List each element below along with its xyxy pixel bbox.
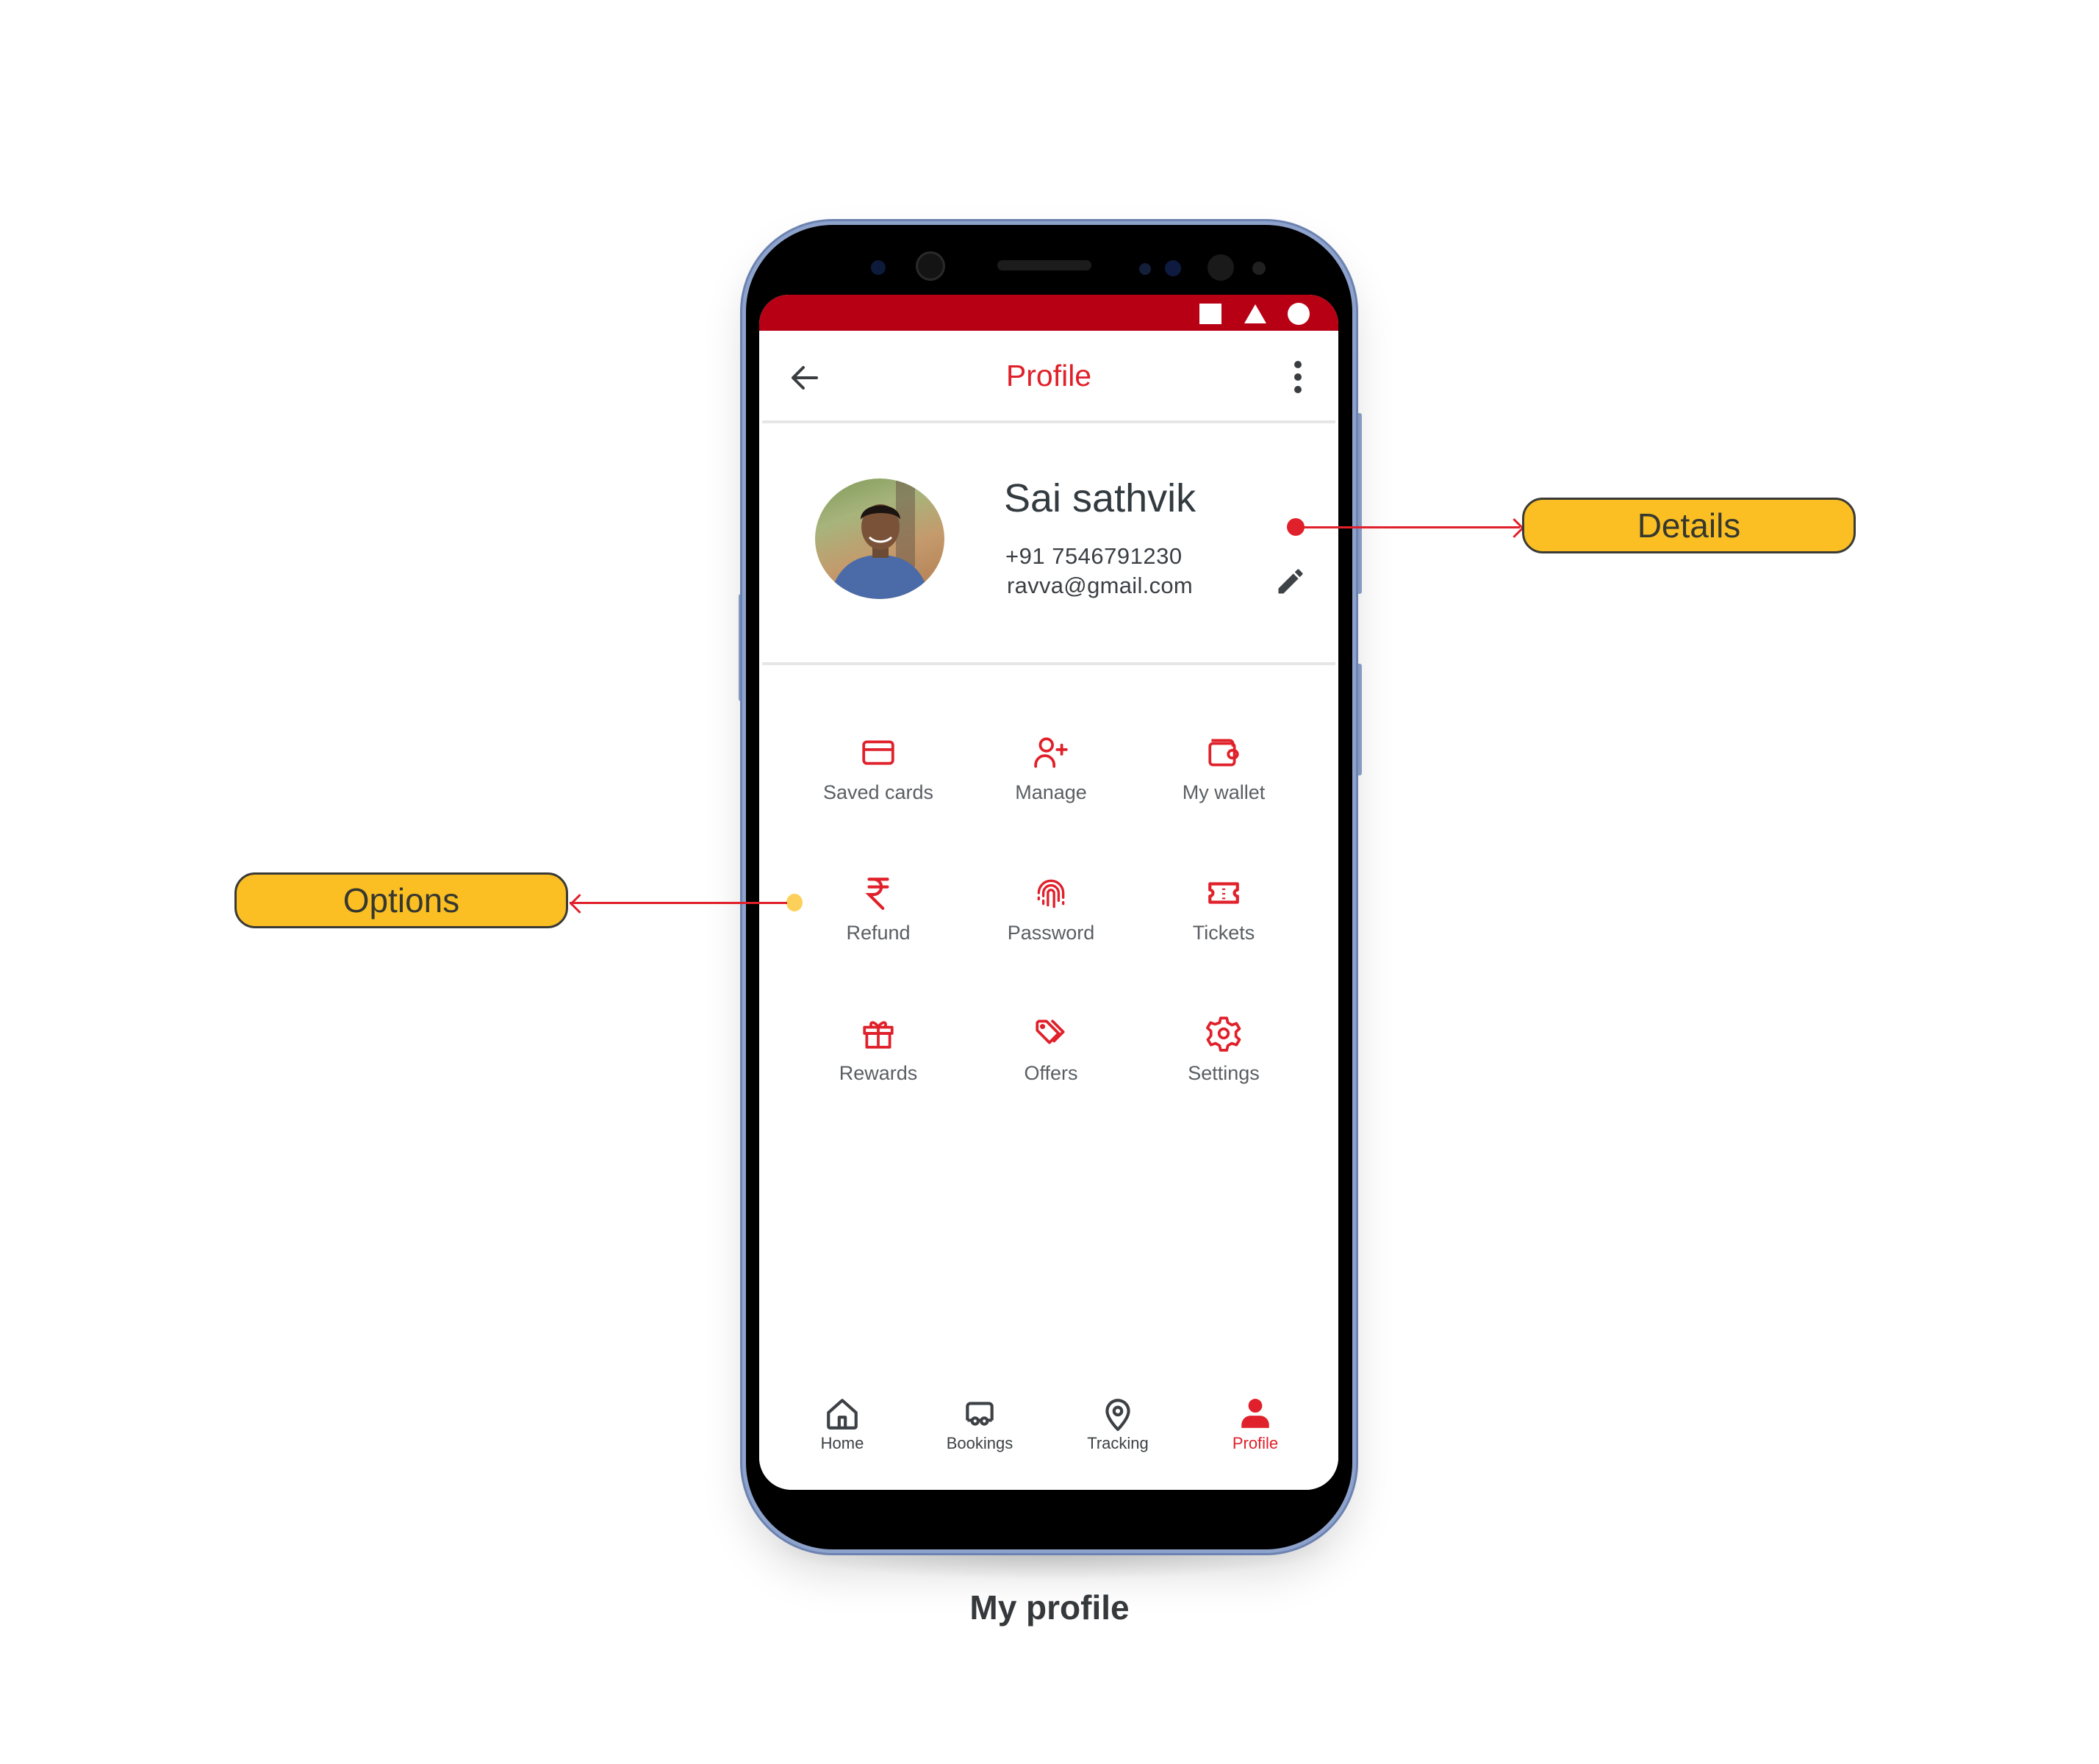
option-label: Offers <box>1024 1062 1078 1084</box>
fingerprint-icon <box>1037 879 1065 908</box>
iris-sensor <box>1165 260 1181 276</box>
edit-profile-button[interactable] <box>1274 565 1307 598</box>
option-offers[interactable]: Offers <box>963 1015 1139 1111</box>
nav-home[interactable]: Home <box>791 1396 894 1453</box>
option-settings[interactable]: Settings <box>1135 1015 1312 1111</box>
page-title: Profile <box>1005 359 1092 392</box>
gear-icon <box>1206 1017 1241 1052</box>
map-pin-icon <box>1105 1399 1130 1431</box>
details-arrowhead <box>1504 518 1524 538</box>
option-manage[interactable]: Manage <box>963 734 1139 830</box>
front-sensor <box>871 260 886 275</box>
credit-card-icon <box>862 740 894 765</box>
power-button <box>1357 413 1362 594</box>
user-plus-icon <box>1034 737 1068 768</box>
option-label: Rewards <box>839 1062 918 1084</box>
avatar-photo <box>830 478 930 599</box>
option-label: Password <box>1007 922 1095 944</box>
profile-email: ravva@gmail.com <box>1007 573 1194 598</box>
home-icon <box>827 1399 858 1430</box>
screen-caption: My profile <box>969 1588 1130 1627</box>
nav-label: Home <box>820 1434 864 1452</box>
profile-name: Sai sathvik <box>1004 476 1196 520</box>
more-vertical-icon <box>1294 361 1302 393</box>
option-password[interactable]: Password <box>963 875 1139 970</box>
more-options-button[interactable] <box>1293 359 1303 395</box>
ticket-icon <box>1208 882 1239 904</box>
options-connector <box>570 902 787 904</box>
nav-label: Profile <box>1232 1434 1279 1452</box>
triangle-icon <box>1244 304 1266 323</box>
circle-icon <box>1288 303 1310 325</box>
bottom-navigation: Home Bookings Tracking Profile <box>759 1366 1338 1490</box>
option-saved-cards[interactable]: Saved cards <box>790 734 966 830</box>
option-label: My wallet <box>1182 781 1266 803</box>
proximity-sensor <box>1139 263 1151 275</box>
option-tickets[interactable]: Tickets <box>1135 875 1312 970</box>
iris-camera <box>1208 254 1234 281</box>
nav-bookings[interactable]: Bookings <box>928 1396 1031 1453</box>
option-my-wallet[interactable]: My wallet <box>1135 734 1312 830</box>
tags-icon <box>1036 1019 1065 1044</box>
options-callout: Options <box>234 872 568 928</box>
appbar-divider <box>762 420 1335 423</box>
status-bar <box>759 295 1338 331</box>
profile-phone: +91 7546791230 <box>1005 543 1183 569</box>
profile-divider <box>762 662 1335 665</box>
earpiece-speaker <box>997 260 1091 270</box>
nav-profile[interactable]: Profile <box>1204 1396 1307 1453</box>
light-sensor <box>1252 262 1266 275</box>
app-bar: Profile <box>759 331 1338 422</box>
phone-screen: Profile Sai sathvik +91 7546791230 ravva… <box>759 295 1338 1490</box>
nav-tracking[interactable]: Tracking <box>1066 1396 1169 1453</box>
options-anchor-dot <box>786 894 803 911</box>
option-rewards[interactable]: Rewards <box>790 1015 966 1111</box>
option-label: Saved cards <box>822 781 934 803</box>
gift-icon <box>863 1021 894 1049</box>
nav-label: Bookings <box>946 1434 1013 1452</box>
square-icon <box>1199 304 1221 324</box>
option-label: Settings <box>1188 1062 1260 1084</box>
option-label: Tickets <box>1192 922 1255 944</box>
nav-label: Tracking <box>1087 1434 1149 1452</box>
user-icon <box>1241 1399 1269 1428</box>
details-callout: Details <box>1522 498 1856 553</box>
front-camera <box>916 251 945 281</box>
option-label: Refund <box>846 922 911 944</box>
option-label: Manage <box>1015 781 1087 803</box>
rupee-icon <box>865 878 889 910</box>
details-connector <box>1296 526 1520 528</box>
bus-icon <box>966 1402 994 1426</box>
option-refund[interactable]: Refund <box>790 875 966 970</box>
pencil-icon <box>1278 569 1303 594</box>
side-button <box>1357 664 1362 775</box>
avatar[interactable] <box>815 478 944 599</box>
wallet-icon <box>1208 739 1239 767</box>
options-arrowhead <box>570 894 589 914</box>
volume-button <box>739 594 744 701</box>
